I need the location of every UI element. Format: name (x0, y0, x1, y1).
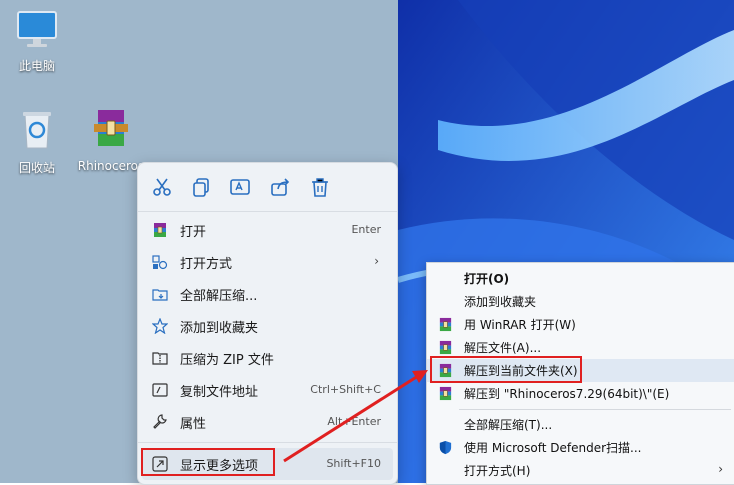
annotation-arrow (283, 370, 428, 463)
